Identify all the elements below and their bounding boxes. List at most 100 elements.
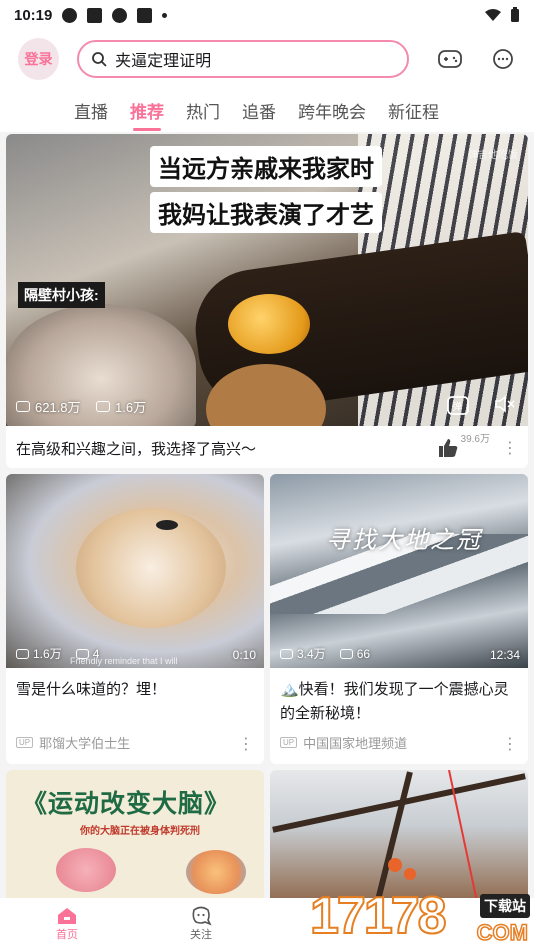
persimmon-2 [404, 868, 416, 880]
uploader[interactable]: UP 耶馏大学伯士生 [16, 733, 130, 752]
view-count: 1.6万 [16, 645, 62, 662]
video-watermark: 弹吉他吃饭 [468, 150, 518, 161]
thumbs-up-icon [438, 439, 457, 457]
persimmon [388, 858, 402, 872]
status-bar: 10:19 [0, 0, 534, 30]
watermark-number: 17178 [309, 886, 448, 946]
wifi-icon [485, 9, 501, 21]
view-count: 621.8万 [16, 397, 81, 416]
more-options-icon[interactable]: ⋮ [502, 438, 518, 458]
message-icon [493, 49, 514, 69]
watermark-tag: 下载站 [480, 894, 530, 918]
search-placeholder: 夹逼定理证明 [115, 53, 212, 70]
nav-following-label: 关注 [190, 929, 212, 941]
tab-hot[interactable]: 热门 [186, 90, 220, 131]
play-count-icon [16, 401, 30, 412]
featured-thumbnail[interactable]: 当远方亲戚来我家时 我妈让我表演了才艺 隔壁村小孩: 弹吉他吃饭 621.8万 … [6, 134, 528, 426]
svg-text:弹: 弹 [452, 400, 462, 413]
video-stats: 1.6万 4 [16, 645, 99, 662]
battery-icon [511, 7, 519, 22]
video-card[interactable]: 寻找大地之冠 3.4万 66 12:34 🏔️快看！我们发现了一个震撼心灵的全新… [270, 474, 528, 764]
up-badge-icon: UP [16, 737, 34, 748]
messages-button[interactable] [491, 46, 516, 72]
like-count: 39.6万 [460, 434, 490, 445]
view-count-text: 3.4万 [297, 647, 326, 661]
nav-home[interactable]: 首页 [0, 898, 134, 950]
animal-eye [156, 520, 178, 530]
notification-icon [62, 7, 78, 23]
side-label: 隔壁村小孩: [18, 282, 105, 308]
video-feed: 当远方亲戚来我家时 我妈让我表演了才艺 隔壁村小孩: 弹吉他吃饭 621.8万 … [0, 132, 534, 898]
video-card[interactable] [270, 770, 528, 898]
search-input[interactable]: 夹逼定理证明 [77, 40, 409, 78]
login-button[interactable]: 登录 [18, 38, 60, 80]
uploader[interactable]: UP 中国国家地理频道 [280, 733, 407, 752]
watermark-domain: COM [476, 919, 529, 946]
tab-recommend[interactable]: 推荐 [130, 90, 164, 131]
play-count-icon [16, 648, 29, 659]
danmaku-count-text: 4 [92, 646, 100, 661]
video-thumbnail[interactable] [270, 770, 528, 898]
video-thumbnail[interactable]: 《运动改变大脑》 你的大脑正在被身体判死刑 [6, 770, 264, 898]
status-time: 10:19 [14, 6, 53, 24]
thumbnail-overlay-subtext: 你的大脑正在被身体判死刑 [80, 826, 200, 837]
brain-illustration-2 [186, 850, 246, 894]
view-count: 3.4万 [280, 645, 326, 662]
uploader-name: 耶馏大学伯士生 [39, 736, 131, 751]
video-card[interactable]: 《运动改变大脑》 你的大脑正在被身体判死刑 [6, 770, 264, 898]
mute-icon[interactable] [494, 394, 516, 414]
like-button[interactable]: 39.6万 [437, 430, 490, 459]
brain-illustration [56, 848, 116, 892]
video-thumbnail[interactable]: 寻找大地之冠 3.4万 66 12:34 [270, 474, 528, 668]
view-count-text: 1.6万 [33, 647, 62, 661]
uploader-name: 中国国家地理频道 [303, 736, 408, 751]
danmaku-count: 1.6万 [96, 397, 146, 416]
danmaku-count: 66 [339, 646, 371, 661]
following-icon [192, 906, 212, 926]
featured-title[interactable]: 在高级和兴趣之间，我选择了高兴～ [16, 438, 256, 459]
more-options-icon[interactable]: ⋮ [238, 734, 254, 754]
category-tabs: 直播 推荐 热门 追番 跨年晚会 新征程 [0, 88, 534, 132]
site-watermark: 17178 下载站 COM [309, 882, 532, 948]
video-duration: 0:10 [232, 648, 256, 662]
video-thumbnail[interactable]: Friendly reminder that I will 1.6万 4 0:1… [6, 474, 264, 668]
danmaku-count-text: 1.6万 [115, 400, 147, 415]
featured-video-card[interactable]: 当远方亲戚来我家时 我妈让我表演了才艺 隔壁村小孩: 弹吉他吃饭 621.8万 … [6, 134, 528, 468]
home-icon [58, 908, 76, 924]
nav-following[interactable]: 关注 [134, 898, 268, 950]
video-title[interactable]: 雪是什么味道的？埋！ [6, 668, 264, 732]
top-header: 登录 夹逼定理证明 [0, 30, 534, 88]
danmaku-icon [339, 648, 353, 659]
caption-line-1: 当远方亲戚来我家时 [150, 146, 382, 187]
danmaku-toggle-icon[interactable]: 弹 [446, 394, 470, 416]
view-count-text: 621.8万 [35, 400, 81, 415]
app-notification-icon [87, 7, 103, 23]
danmaku-count: 4 [75, 646, 100, 661]
tab-new-year-gala[interactable]: 跨年晚会 [298, 90, 366, 131]
danmaku-icon [96, 401, 110, 412]
more-notifications-icon [162, 12, 168, 18]
game-center-button[interactable] [437, 46, 463, 72]
caption-line-2: 我妈让我表演了才艺 [150, 192, 382, 233]
thumbnail-overlay-text: 《运动改变大脑》 [22, 790, 231, 818]
danmaku-icon [75, 648, 89, 659]
gamepad-icon [437, 50, 462, 68]
danmaku-count-text: 66 [356, 646, 371, 661]
thumbnail-overlay-text: 寻找大地之冠 [326, 526, 482, 554]
tab-anime[interactable]: 追番 [242, 90, 276, 131]
notification-icon-2 [112, 7, 128, 23]
tab-live[interactable]: 直播 [74, 90, 108, 131]
nav-home-label: 首页 [56, 929, 78, 941]
more-options-icon[interactable]: ⋮ [502, 734, 518, 754]
app-notification-icon-2 [137, 7, 153, 23]
candy-image [228, 294, 310, 354]
search-icon [92, 52, 107, 67]
video-duration: 12:34 [489, 648, 520, 662]
play-count-icon [280, 648, 293, 659]
fluffy-animal-image [76, 508, 226, 628]
up-badge-icon: UP [280, 737, 298, 748]
video-title[interactable]: 🏔️快看！我们发现了一个震撼心灵的全新秘境！ [270, 668, 528, 732]
video-stats: 3.4万 66 [280, 645, 370, 662]
tab-new-journey[interactable]: 新征程 [388, 90, 439, 131]
video-card[interactable]: Friendly reminder that I will 1.6万 4 0:1… [6, 474, 264, 764]
